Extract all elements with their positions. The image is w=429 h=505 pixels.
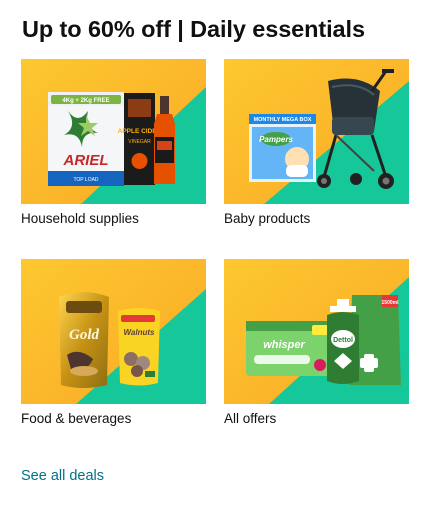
tile-food-beverages[interactable]: Gold Walnuts Food & beverages — [21, 259, 206, 428]
household-supplies-image[interactable]: 4Kg + 2Kg FREE ARIEL TOP LOAD APPLE CIDE… — [21, 59, 206, 204]
baby-products-image[interactable]: MONTHLY MEGA BOX Pampers — [224, 59, 409, 204]
svg-text:Gold: Gold — [69, 327, 100, 343]
tile-baby-products[interactable]: MONTHLY MEGA BOX Pampers Baby products — [224, 59, 409, 228]
svg-text:MONTHLY MEGA BOX: MONTHLY MEGA BOX — [254, 117, 312, 123]
svg-text:Walnuts: Walnuts — [124, 328, 156, 337]
card-title: Up to 60% off | Daily essentials — [22, 16, 365, 42]
svg-text:Dettol: Dettol — [333, 337, 353, 344]
tile-label[interactable]: All offers — [224, 410, 409, 428]
svg-text:whisper: whisper — [263, 339, 305, 351]
tile-label[interactable]: Food & beverages — [21, 410, 206, 428]
all-offers-image[interactable]: whisper 1500ml Dettol — [224, 259, 409, 404]
svg-text:VINEGAR: VINEGAR — [128, 139, 151, 145]
svg-text:TOP LOAD: TOP LOAD — [73, 177, 98, 183]
svg-text:Pampers: Pampers — [259, 135, 293, 144]
svg-text:4Kg + 2Kg FREE: 4Kg + 2Kg FREE — [62, 98, 109, 104]
tile-all-offers[interactable]: whisper 1500ml Dettol All offers — [224, 259, 409, 428]
svg-text:1500ml: 1500ml — [382, 300, 400, 306]
tile-household-supplies[interactable]: 4Kg + 2Kg FREE ARIEL TOP LOAD APPLE CIDE… — [21, 59, 206, 228]
tile-label[interactable]: Household supplies — [21, 210, 206, 228]
svg-text:ARIEL: ARIEL — [63, 152, 109, 169]
tile-label[interactable]: Baby products — [224, 210, 409, 228]
see-all-deals-link[interactable]: See all deals — [21, 466, 104, 486]
food-beverages-image[interactable]: Gold Walnuts — [21, 259, 206, 404]
